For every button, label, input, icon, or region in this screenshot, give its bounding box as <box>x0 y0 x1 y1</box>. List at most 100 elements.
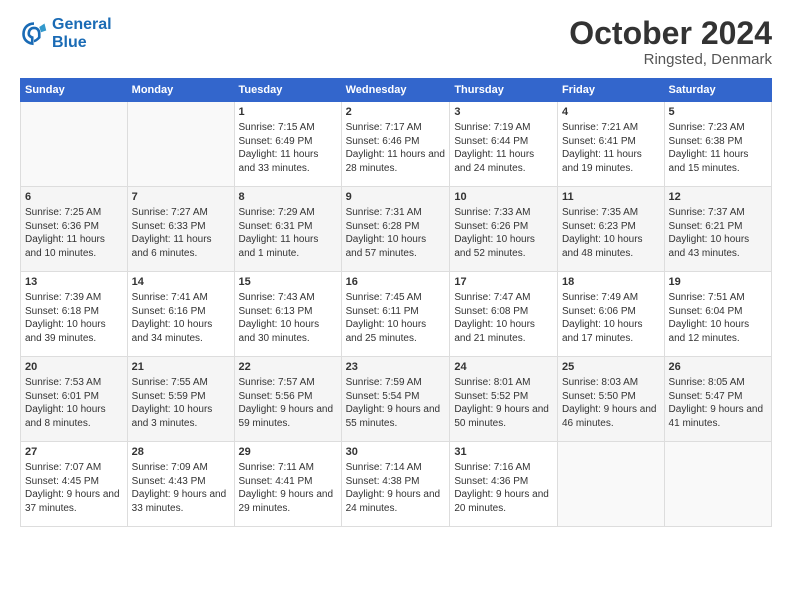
calendar-table: Sunday Monday Tuesday Wednesday Thursday… <box>20 78 772 527</box>
sunrise: Sunrise: 7:14 AM <box>346 462 422 473</box>
sunrise: Sunrise: 7:43 AM <box>239 292 315 303</box>
week-row-3: 20Sunrise: 7:53 AMSunset: 6:01 PMDayligh… <box>21 357 772 442</box>
sunset: Sunset: 6:04 PM <box>669 306 743 317</box>
sunset: Sunset: 6:01 PM <box>25 391 99 402</box>
sunset: Sunset: 6:11 PM <box>346 306 419 317</box>
title-block: October 2024 Ringsted, Denmark <box>569 16 772 68</box>
daylight: Daylight: 9 hours and 24 minutes. <box>346 489 441 514</box>
sunrise: Sunrise: 7:17 AM <box>346 122 422 133</box>
daylight: Daylight: 9 hours and 59 minutes. <box>239 404 334 429</box>
day-number: 7 <box>132 190 230 205</box>
day-number: 27 <box>25 445 123 460</box>
sunrise: Sunrise: 7:41 AM <box>132 292 208 303</box>
calendar-body: 1Sunrise: 7:15 AMSunset: 6:49 PMDaylight… <box>21 102 772 527</box>
day-number: 21 <box>132 360 230 375</box>
daylight: Daylight: 11 hours and 10 minutes. <box>25 234 105 259</box>
daylight: Daylight: 9 hours and 46 minutes. <box>562 404 657 429</box>
logo-icon <box>20 20 48 48</box>
sunrise: Sunrise: 7:25 AM <box>25 207 101 218</box>
calendar-cell: 13 Sunrise: 7:39 AM Sunset: 6:18 PM Dayligh… <box>21 272 128 357</box>
location: Ringsted, Denmark <box>569 51 772 68</box>
calendar-cell: 9Sunrise: 7:31 AMSunset: 6:28 PMDaylight… <box>341 187 450 272</box>
calendar-cell: 3 Sunrise: 7:19 AM Sunset: 6:44 PM Daylight… <box>450 102 558 187</box>
sunrise: Sunrise: 7:33 AM <box>454 207 530 218</box>
sunrise: Sunrise: 7:27 AM <box>132 207 208 218</box>
calendar-cell: 7Sunrise: 7:27 AMSunset: 6:33 PMDaylight… <box>127 187 234 272</box>
day-number: 25 <box>562 360 660 375</box>
sunset: Sunset: 5:52 PM <box>454 391 528 402</box>
day-number: 9 <box>346 190 446 205</box>
daylight: Daylight: 10 hours and 17 minutes. <box>562 319 643 344</box>
sunset: Sunset: 6:41 PM <box>562 136 636 147</box>
sunrise: Sunrise: 7:16 AM <box>454 462 530 473</box>
daylight: Daylight: 11 hours and 28 minutes. <box>346 149 445 174</box>
sunrise: Sunrise: 7:07 AM <box>25 462 101 473</box>
calendar-cell: 17Sunrise: 7:47 AMSunset: 6:08 PMDayligh… <box>450 272 558 357</box>
calendar-cell: 14Sunrise: 7:41 AMSunset: 6:16 PMDayligh… <box>127 272 234 357</box>
daylight: Daylight: 10 hours and 34 minutes. <box>132 319 213 344</box>
calendar-cell: 16Sunrise: 7:45 AMSunset: 6:11 PMDayligh… <box>341 272 450 357</box>
sunset: Sunset: 6:06 PM <box>562 306 636 317</box>
daylight: Daylight: 10 hours and 8 minutes. <box>25 404 106 429</box>
daylight: Daylight: 11 hours and 1 minute. <box>239 234 319 259</box>
calendar-cell: 25Sunrise: 8:03 AMSunset: 5:50 PMDayligh… <box>557 357 664 442</box>
sunset: Sunset: 6:18 PM <box>25 306 99 317</box>
calendar-cell: 18Sunrise: 7:49 AMSunset: 6:06 PMDayligh… <box>557 272 664 357</box>
sunset: Sunset: 5:50 PM <box>562 391 636 402</box>
calendar-cell <box>557 442 664 527</box>
sunset: Sunset: 6:38 PM <box>669 136 743 147</box>
week-row-2: 13 Sunrise: 7:39 AM Sunset: 6:18 PM Dayligh… <box>21 272 772 357</box>
daylight: Daylight: 11 hours and 15 minutes. <box>669 149 749 174</box>
daylight: Daylight: 9 hours and 33 minutes. <box>132 489 227 514</box>
sunrise: Sunrise: 7:39 AM <box>25 292 101 303</box>
sunset: Sunset: 6:16 PM <box>132 306 206 317</box>
sunset: Sunset: 6:36 PM <box>25 221 99 232</box>
col-fri: Friday <box>557 79 664 102</box>
daylight: Daylight: 10 hours and 39 minutes. <box>25 319 106 344</box>
calendar-cell: 11Sunrise: 7:35 AMSunset: 6:23 PMDayligh… <box>557 187 664 272</box>
col-sun: Sunday <box>21 79 128 102</box>
sunset: Sunset: 4:38 PM <box>346 476 420 487</box>
day-number: 26 <box>669 360 767 375</box>
col-thu: Thursday <box>450 79 558 102</box>
day-number: 13 <box>25 275 123 290</box>
sunset: Sunset: 6:49 PM <box>239 136 313 147</box>
sunrise: Sunrise: 7:09 AM <box>132 462 208 473</box>
day-number: 28 <box>132 445 230 460</box>
day-number: 8 <box>239 190 337 205</box>
daylight: Daylight: 11 hours and 24 minutes. <box>454 149 534 174</box>
sunset: Sunset: 6:33 PM <box>132 221 206 232</box>
sunset: Sunset: 6:31 PM <box>239 221 313 232</box>
sunrise: Sunrise: 7:35 AM <box>562 207 638 218</box>
sunrise: Sunrise: 7:29 AM <box>239 207 315 218</box>
day-number: 5 <box>669 105 767 120</box>
logo-text: General Blue <box>52 16 112 51</box>
day-number: 30 <box>346 445 446 460</box>
sunrise: Sunrise: 7:53 AM <box>25 377 101 388</box>
sunrise: Sunrise: 7:11 AM <box>239 462 314 473</box>
sunrise: Sunrise: 7:19 AM <box>454 122 530 133</box>
calendar-cell: 23Sunrise: 7:59 AMSunset: 5:54 PMDayligh… <box>341 357 450 442</box>
day-number: 12 <box>669 190 767 205</box>
day-number: 16 <box>346 275 446 290</box>
daylight: Daylight: 9 hours and 41 minutes. <box>669 404 764 429</box>
day-number: 22 <box>239 360 337 375</box>
calendar-cell: 10Sunrise: 7:33 AMSunset: 6:26 PMDayligh… <box>450 187 558 272</box>
calendar-header: Sunday Monday Tuesday Wednesday Thursday… <box>21 79 772 102</box>
daylight: Daylight: 10 hours and 30 minutes. <box>239 319 320 344</box>
sunset: Sunset: 4:43 PM <box>132 476 206 487</box>
sunset: Sunset: 6:44 PM <box>454 136 528 147</box>
calendar-cell: 4Sunrise: 7:21 AMSunset: 6:41 PMDaylight… <box>557 102 664 187</box>
day-number: 3 <box>454 105 553 120</box>
sunset: Sunset: 5:54 PM <box>346 391 420 402</box>
daylight: Daylight: 11 hours and 19 minutes. <box>562 149 642 174</box>
sunrise: Sunrise: 7:21 AM <box>562 122 638 133</box>
sunset: Sunset: 6:08 PM <box>454 306 528 317</box>
daylight: Daylight: 10 hours and 25 minutes. <box>346 319 427 344</box>
day-number: 31 <box>454 445 553 460</box>
sunrise: Sunrise: 7:55 AM <box>132 377 208 388</box>
daylight: Daylight: 10 hours and 52 minutes. <box>454 234 535 259</box>
col-mon: Monday <box>127 79 234 102</box>
calendar-cell: 26Sunrise: 8:05 AMSunset: 5:47 PMDayligh… <box>664 357 771 442</box>
calendar-cell: 2Sunrise: 7:17 AMSunset: 6:46 PMDaylight… <box>341 102 450 187</box>
